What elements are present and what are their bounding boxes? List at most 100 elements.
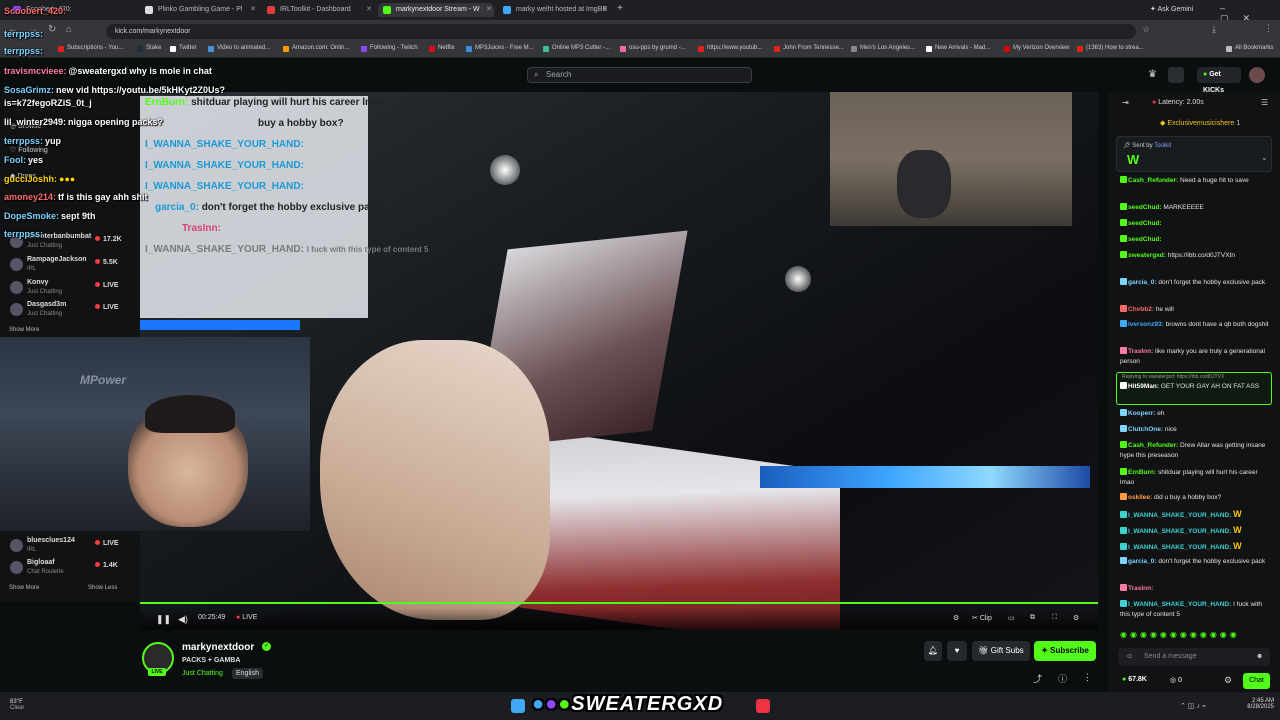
volume-icon[interactable]: ◀): [178, 614, 188, 625]
close-tab-icon[interactable]: ✕: [366, 3, 372, 17]
subscribe-button[interactable]: ✦ Subscribe: [1034, 641, 1096, 661]
user-avatar[interactable]: [1249, 67, 1265, 83]
bookmark-item[interactable]: https://www.youtub...: [698, 45, 762, 52]
stream-progress-bar[interactable]: [140, 602, 1098, 604]
chat-username[interactable]: TrasInn:: [1128, 585, 1153, 592]
app-icon[interactable]: [756, 699, 770, 713]
search-input[interactable]: ⌕ Search: [527, 67, 752, 83]
bookmark-item[interactable]: John From Tennesse...: [774, 45, 844, 52]
close-tab-icon[interactable]: ✕: [250, 3, 256, 17]
kicks-count: 67.8K: [1128, 676, 1147, 683]
notification-bell-icon[interactable]: 🔔︎: [924, 641, 942, 661]
bookmark-item[interactable]: Stake: [137, 45, 161, 52]
chat-username[interactable]: seedChud:: [1128, 204, 1162, 211]
crown-icon[interactable]: ♛: [1148, 69, 1157, 80]
collapse-chat-icon[interactable]: ⇥: [1122, 98, 1129, 107]
close-tab-icon[interactable]: ✕: [486, 3, 492, 17]
dashboard-icon[interactable]: [1168, 67, 1184, 83]
chat-username[interactable]: I_WANNA_SHAKE_YOUR_HAND:: [1128, 512, 1231, 519]
weather-widget[interactable]: 83°F Clear: [10, 699, 24, 711]
chat-username[interactable]: seedChud:: [1128, 220, 1162, 227]
bookmark-item[interactable]: Netflix: [429, 45, 455, 52]
reload-icon[interactable]: ↻: [48, 24, 56, 35]
menu-icon[interactable]: ⋮: [1264, 23, 1273, 34]
system-tray-icons[interactable]: ⌃ ◫ ♪ ⌁: [1180, 702, 1206, 710]
show-more-button[interactable]: Show More: [9, 327, 39, 333]
chat-username[interactable]: Kooperr:: [1128, 410, 1155, 417]
show-less-button[interactable]: Show Less: [88, 585, 117, 591]
stream-language-tag[interactable]: English: [232, 668, 263, 679]
emote-picker-icon[interactable]: ☺: [1126, 648, 1133, 666]
chat-username[interactable]: Hit59Man:: [1128, 383, 1159, 390]
chat-username[interactable]: ErnBurn:: [1128, 469, 1156, 476]
heart-follow-icon[interactable]: ♥: [947, 641, 967, 661]
smiley-icon[interactable]: ☻: [1256, 648, 1263, 666]
new-tab-button[interactable]: +: [617, 3, 623, 14]
bookmark-item[interactable]: Men's Los Angeles...: [851, 45, 915, 52]
chat-username[interactable]: Cash_Refunder:: [1128, 177, 1178, 184]
browser-tab-active[interactable]: markynextdoor Stream - W ✕: [378, 3, 494, 17]
close-tab-icon[interactable]: ✕: [602, 3, 608, 17]
user-list-icon[interactable]: ☰: [1261, 98, 1268, 107]
clock[interactable]: 2:45 AM 8/28/2025: [1234, 698, 1274, 710]
bookmark-item[interactable]: New Arrivals - Mad...: [926, 45, 990, 52]
bookmark-item[interactable]: Following - Twitch: [361, 45, 418, 52]
chat-settings-icon[interactable]: ⚙: [1224, 675, 1232, 686]
chevron-down-icon[interactable]: ⌄: [1261, 153, 1268, 162]
points-balance[interactable]: ◎ 0: [1170, 676, 1182, 684]
settings-small-icon[interactable]: ⚙: [953, 614, 959, 622]
bookmark-item[interactable]: (1363) How to strea...: [1077, 45, 1144, 52]
fullscreen-icon[interactable]: ⛶: [1052, 614, 1057, 622]
all-bookmarks-button[interactable]: All Bookmarks: [1226, 45, 1273, 52]
info-icon[interactable]: ⓘ: [1058, 672, 1067, 685]
chat-username[interactable]: seedChud:: [1128, 236, 1162, 243]
browser-tab[interactable]: IRLToolkit - Dashboard ✕: [262, 3, 374, 17]
chat-username[interactable]: I_WANNA_SHAKE_YOUR_HAND:: [1128, 544, 1231, 551]
get-kicks-button[interactable]: ● Get KICKs: [1197, 67, 1241, 94]
share-icon[interactable]: ⤴: [1033, 672, 1042, 685]
chat-username[interactable]: ClutchOne:: [1128, 426, 1163, 433]
browser-tab[interactable]: marky welht hosted at ImgBB ✕: [498, 3, 610, 17]
chat-username[interactable]: iversonz93:: [1128, 321, 1164, 328]
url-field[interactable]: kick.com/markynextdoor: [106, 24, 1136, 39]
clip-button[interactable]: ✂ Clip: [972, 614, 992, 622]
pip-icon[interactable]: ⧉: [1030, 614, 1035, 622]
bookmark-item[interactable]: My Verizon Overview: [1004, 45, 1069, 52]
home-icon[interactable]: ⌂: [66, 24, 71, 34]
bookmark-item[interactable]: Amazon.com: Onlin...: [283, 45, 349, 52]
browser-tab[interactable]: Plinko Gambling Game - Pl ✕: [140, 3, 258, 17]
emote-quick-bar[interactable]: ◉◉◉◉◉◉◉◉◉◉◉◉: [1120, 630, 1240, 639]
bookmark-item[interactable]: MP3Juices - Free M...: [466, 45, 534, 52]
gift-subs-button[interactable]: 🎁︎ Gift Subs: [972, 641, 1030, 661]
bookmark-item[interactable]: Video to animated...: [208, 45, 270, 52]
bookmark-item[interactable]: Twitter: [170, 45, 197, 52]
bookmark-item[interactable]: Subscriptions - You...: [58, 45, 123, 52]
stream-category[interactable]: Just Chatting: [182, 670, 223, 677]
theater-icon[interactable]: ▭: [1008, 614, 1015, 622]
settings-icon[interactable]: ⚙: [1073, 614, 1079, 622]
chat-message-input[interactable]: ☺ Send a message ☻: [1118, 648, 1270, 666]
bookmark-item[interactable]: Online MP3 Cutter -...: [543, 45, 610, 52]
bookmark-star-icon[interactable]: ☆: [1142, 24, 1150, 35]
download-icon[interactable]: ⤓: [1212, 24, 1216, 35]
sidebar-following[interactable]: ♡ Following: [10, 146, 48, 154]
show-more-button[interactable]: Show More: [9, 585, 39, 591]
bookmark-item[interactable]: osu-pps by grumd -...: [620, 45, 686, 52]
windows-start-icon[interactable]: [511, 699, 525, 713]
chat-username[interactable]: garcia_0:: [1128, 558, 1157, 565]
chat-username[interactable]: I_WANNA_SHAKE_YOUR_HAND:: [1128, 601, 1231, 608]
streamer-name[interactable]: markynextdoor: [182, 642, 254, 653]
chat-username[interactable]: sweatergxd:: [1128, 252, 1166, 259]
chat-username[interactable]: garcia_0:: [1128, 279, 1157, 286]
exclusive-banner[interactable]: ◆ Exclusivemusicishere 1: [1160, 119, 1240, 127]
more-options-icon[interactable]: ⋮: [1083, 672, 1092, 683]
chat-username[interactable]: Chvbb2:: [1128, 306, 1154, 313]
kicks-balance[interactable]: ● 67.8K: [1122, 676, 1147, 683]
chat-username[interactable]: I_WANNA_SHAKE_YOUR_HAND:: [1128, 528, 1231, 535]
chat-username[interactable]: TrasInn:: [1128, 348, 1153, 355]
ask-gemini-button[interactable]: ✦ Ask Gemini: [1150, 5, 1193, 13]
chat-username[interactable]: oskilee:: [1128, 494, 1152, 501]
pause-icon[interactable]: ❚❚: [156, 614, 171, 625]
send-chat-button[interactable]: Chat: [1243, 673, 1270, 689]
chat-username[interactable]: Cash_Refunder:: [1128, 442, 1178, 449]
